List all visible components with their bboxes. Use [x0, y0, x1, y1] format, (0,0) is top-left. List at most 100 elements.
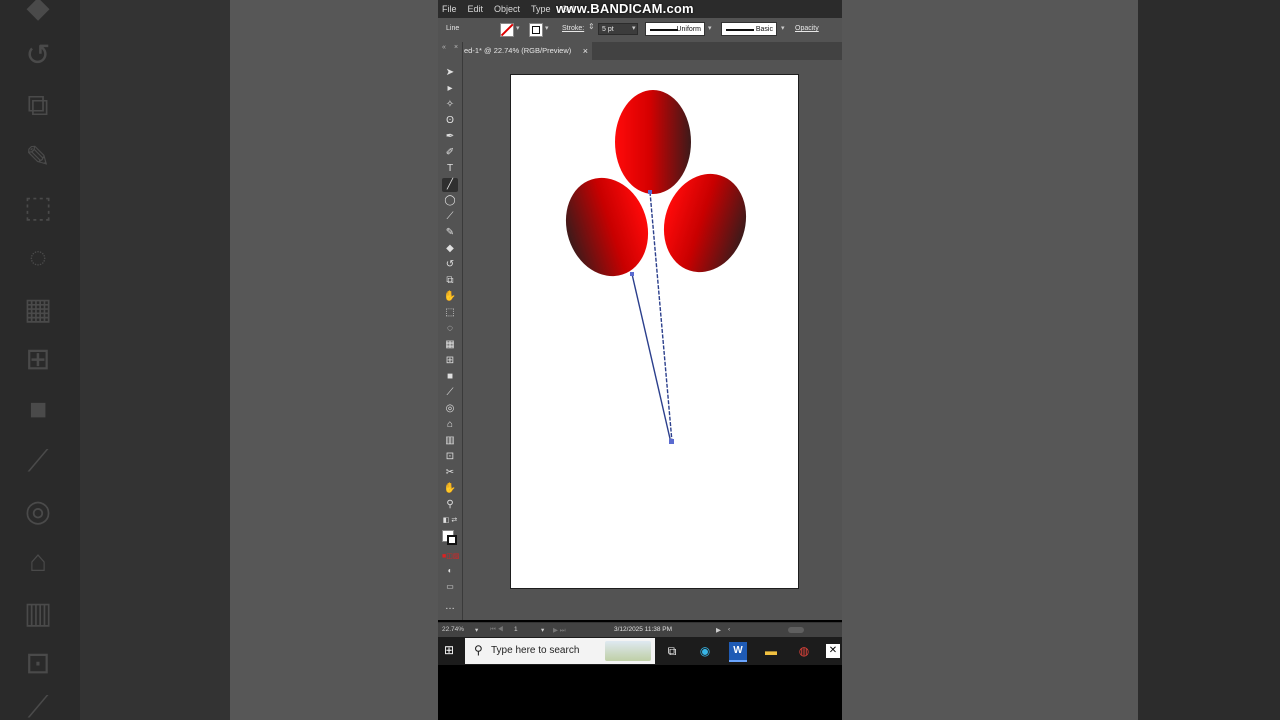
collapse-panel-icon[interactable]: «	[442, 44, 446, 51]
document-tab[interactable]: ed-1* @ 22.74% (RGB/Preview) ×	[462, 42, 592, 60]
anchor-point[interactable]	[630, 272, 634, 276]
bg-perspective-icon: ▦	[23, 293, 53, 326]
artboard-icon[interactable]: ⊡	[442, 450, 458, 464]
bg-slice-icon: ⟋	[27, 691, 49, 720]
more-tools-icon[interactable]: …	[442, 600, 458, 614]
screen-mode-icon[interactable]: ▭	[442, 580, 458, 594]
artwork	[565, 90, 747, 444]
task-view-icon[interactable]: ⧉	[663, 642, 681, 660]
control-bar: Line ▾ ▾ Stroke: ⇕ 5 pt ▾ Uniform ▾ Basi…	[438, 18, 842, 43]
datetime-overlay: 3/12/2025 11:38 PM	[614, 626, 673, 633]
zoom-dropdown-icon[interactable]: ▾	[475, 626, 478, 634]
rotate-icon[interactable]: ↺	[442, 258, 458, 272]
free-transform-icon[interactable]: ⬚	[442, 306, 458, 320]
word-icon[interactable]: W	[729, 642, 747, 662]
taskbar-search-box[interactable]: ⚲ Type here to search	[465, 638, 655, 664]
search-highlight-image	[605, 641, 651, 661]
menu-object[interactable]: Object	[494, 4, 520, 14]
fill-dropdown-icon[interactable]: ▾	[516, 24, 520, 32]
scroll-left-icon[interactable]: ‹	[728, 626, 730, 633]
shape-builder-icon[interactable]: ◌	[442, 322, 458, 336]
curvature-icon[interactable]: ✐	[442, 146, 458, 160]
shaper-icon[interactable]: ✎	[442, 226, 458, 240]
file-explorer-icon[interactable]: ▬	[762, 642, 780, 660]
direct-selection-icon[interactable]: ▸	[442, 82, 458, 96]
edge-icon[interactable]: ◉	[696, 642, 714, 660]
profile-dropdown-icon[interactable]: ▾	[708, 24, 712, 32]
brush-definition[interactable]: Basic	[721, 22, 777, 36]
lasso-icon[interactable]: ʘ	[442, 114, 458, 128]
tool-name-label: Line	[446, 25, 460, 32]
background-canvas-blur-left	[230, 0, 438, 720]
gradient-icon[interactable]: ■	[442, 370, 458, 384]
line-segment-icon[interactable]: ╱	[442, 178, 458, 192]
horizontal-scrollbar[interactable]	[788, 627, 804, 633]
draw-mode-icon[interactable]: ◐	[442, 564, 458, 578]
artboard-dropdown-icon[interactable]: ▾	[541, 626, 544, 634]
blend-icon[interactable]: ◎	[442, 402, 458, 416]
paintbrush-icon[interactable]: ⟋	[442, 210, 458, 224]
bg-scale-icon: ⧉	[27, 89, 49, 122]
bg-warp-icon: ✎	[25, 141, 51, 174]
windows-taskbar: ⊞ ⚲ Type here to search ⧉ ◉ W ▬ ◍ ✕	[438, 637, 842, 665]
pen-icon[interactable]: ✒	[442, 130, 458, 144]
scale-icon[interactable]: ⧉	[442, 274, 458, 288]
canvas-area[interactable]	[463, 60, 842, 620]
perspective-grid-icon[interactable]: ▦	[442, 338, 458, 352]
type-icon[interactable]: T	[442, 162, 458, 176]
default-colors-icon[interactable]: ◧ ⇄	[442, 514, 458, 528]
status-bar: 22.74% ▾ ⏮ ◀ 1 ▾ ▶ ⏭ 3/12/2025 11:38 PM …	[438, 622, 842, 638]
symbol-sprayer-icon[interactable]: ⌂	[442, 418, 458, 432]
background-blur-right	[1138, 0, 1280, 720]
bg-graph-icon: ▥	[23, 597, 53, 630]
opacity-label[interactable]: Opacity	[795, 25, 819, 32]
close-panel-icon[interactable]: ×	[454, 44, 458, 51]
brush-dropdown-icon[interactable]: ▾	[781, 24, 785, 32]
bg-eyedropper-icon: ⟋	[27, 445, 49, 478]
artboard-number[interactable]: 1	[514, 626, 518, 633]
hand-icon[interactable]: ✋	[442, 482, 458, 496]
anchor-point[interactable]	[648, 190, 652, 194]
slice-icon[interactable]: ✂	[442, 466, 458, 480]
zoom-level[interactable]: 22.74%	[442, 626, 464, 633]
search-placeholder: Type here to search	[491, 645, 580, 656]
chrome-icon[interactable]: ◍	[795, 642, 813, 660]
tools-panel: « × ➤ ▸ ✧ ʘ ✒ ✐ T ╱ ◯ ⟋ ✎ ◆ ↺ ⧉ ✋ ⬚ ◌ ▦ …	[438, 42, 463, 620]
stroke-dropdown-icon[interactable]: ▾	[545, 24, 549, 32]
next-artboard-icon[interactable]: ▶ ⏭	[553, 626, 566, 635]
menu-file[interactable]: File	[442, 4, 457, 14]
stroke-color-swatch[interactable]	[447, 535, 457, 545]
variable-width-profile[interactable]: Uniform	[645, 22, 705, 36]
illustrator-window: File Edit Object Type Sel www.BANDICAM.c…	[438, 0, 842, 720]
screen: ◆ ↺ ⧉ ✎ ⬚ ◌ ▦ ⊞ ■ ⟋ ◎ ⌂ ▥ ⊡ ⟋ File Edit …	[0, 0, 1280, 720]
ellipse-icon[interactable]: ◯	[442, 194, 458, 208]
close-icon[interactable]: ×	[583, 42, 588, 60]
stroke-label[interactable]: Stroke:	[562, 25, 584, 32]
capcut-icon[interactable]: ✕	[826, 644, 840, 658]
fill-swatch[interactable]	[500, 23, 514, 37]
eyedropper-icon[interactable]: ⟋	[442, 386, 458, 400]
status-menu-icon[interactable]: ▶	[716, 626, 721, 634]
eraser-icon[interactable]: ◆	[442, 242, 458, 256]
stroke-swatch[interactable]	[529, 23, 543, 37]
warp-icon[interactable]: ✋	[442, 290, 458, 304]
artboard[interactable]	[510, 74, 799, 589]
stroke-weight-dropdown-icon[interactable]: ▾	[632, 24, 636, 32]
color-mode-icon[interactable]: ■◫▨	[442, 550, 459, 564]
zoom-icon[interactable]: ⚲	[442, 498, 458, 512]
graph-icon[interactable]: ▥	[442, 434, 458, 448]
search-icon: ⚲	[474, 643, 483, 657]
anchor-point[interactable]	[669, 439, 674, 444]
menu-edit[interactable]: Edit	[468, 4, 484, 14]
first-artboard-icon[interactable]: ⏮ ◀	[490, 626, 503, 634]
windows-start-icon[interactable]: ⊞	[444, 644, 456, 656]
mesh-icon[interactable]: ⊞	[442, 354, 458, 368]
stroke-stepper-icon[interactable]: ⇕	[588, 22, 595, 31]
balloon-top[interactable]	[615, 90, 691, 194]
bandicam-watermark: www.BANDICAM.com	[556, 1, 694, 16]
magic-wand-icon[interactable]: ✧	[442, 98, 458, 112]
selection-icon[interactable]: ➤	[442, 66, 458, 80]
menu-type[interactable]: Type	[531, 4, 551, 14]
background-panel-blur	[80, 0, 230, 720]
background-blur-left: ◆ ↺ ⧉ ✎ ⬚ ◌ ▦ ⊞ ■ ⟋ ◎ ⌂ ▥ ⊡ ⟋	[0, 0, 230, 720]
